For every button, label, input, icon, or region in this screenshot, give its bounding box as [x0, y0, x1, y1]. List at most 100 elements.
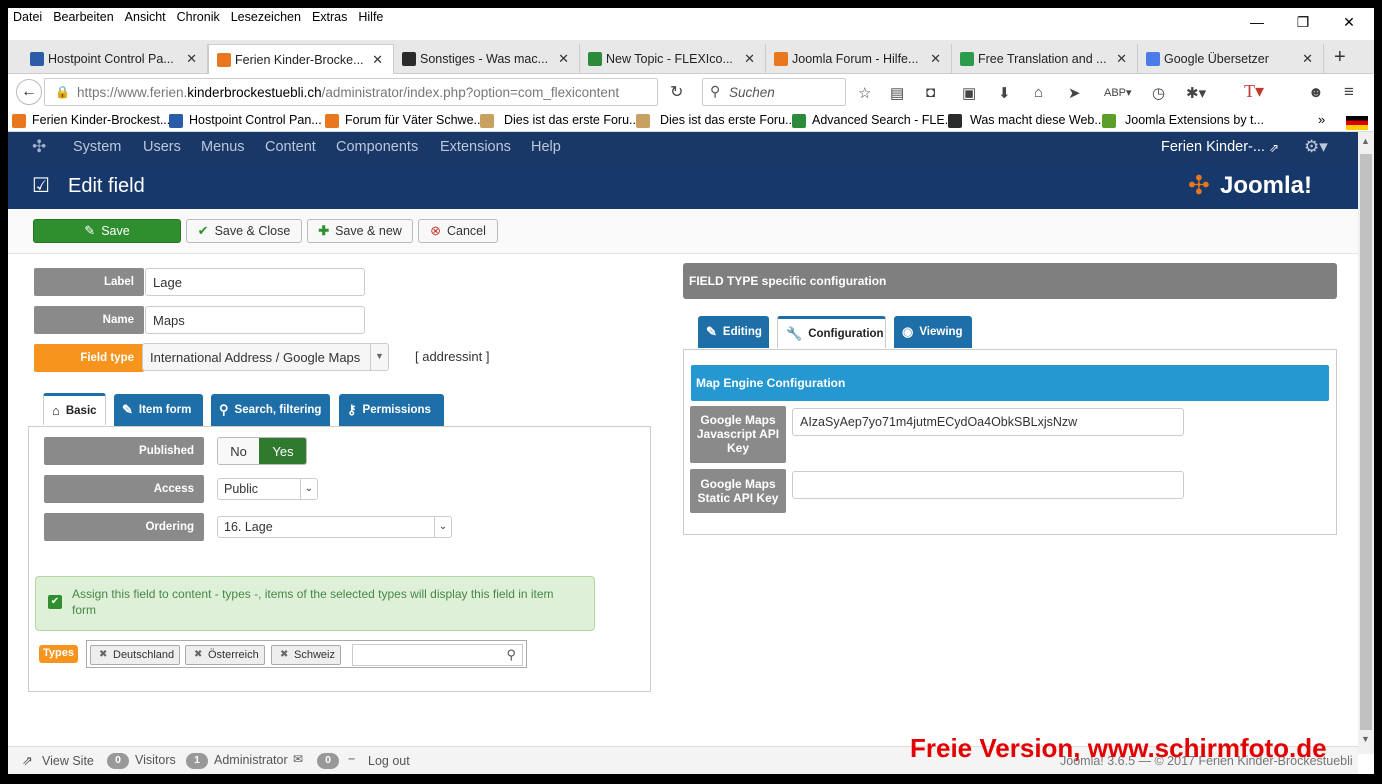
addon-icon[interactable]: ▣ — [962, 84, 976, 102]
hamburger-menu-icon[interactable]: ≡ — [1344, 82, 1354, 102]
history-icon[interactable]: ◷ — [1152, 84, 1165, 102]
menu-help[interactable]: Help — [531, 139, 561, 155]
bookmark-item[interactable]: Was macht diese Web... — [948, 113, 1105, 128]
type-chip-schweiz[interactable]: ✖ Schweiz — [271, 645, 341, 665]
watermark-text: Freie Version, www.schirmfoto.de — [910, 733, 1327, 763]
tab-basic[interactable]: ⌂ Basic — [43, 393, 106, 425]
german-flag-icon[interactable] — [1346, 116, 1368, 130]
field-type-select[interactable]: International Address / Google Maps ▼ — [142, 343, 389, 371]
scrollbar-thumb[interactable] — [1360, 154, 1372, 730]
bookmark-item[interactable]: Ferien Kinder-Brockest... — [12, 113, 170, 128]
logout-link[interactable]: Log out — [368, 754, 410, 768]
tab-search-filtering[interactable]: ⚲ Search, filtering — [211, 394, 330, 426]
reload-icon[interactable]: ↻ — [670, 82, 683, 102]
pocket-icon[interactable]: ◘ — [926, 84, 935, 101]
close-tab-icon[interactable]: ✕ — [1116, 51, 1127, 67]
menu-bearbeiten[interactable]: Bearbeiten — [48, 8, 119, 28]
view-site-link[interactable]: View Site — [42, 754, 94, 768]
bookmark-item[interactable]: Advanced Search - FLE... — [792, 113, 955, 128]
edit-icon: ✎ — [122, 402, 133, 417]
menu-chronik[interactable]: Chronik — [172, 8, 226, 28]
bookmark-star-icon[interactable]: ☆ — [858, 84, 871, 102]
published-yes-button[interactable]: Yes — [259, 438, 306, 464]
extension-icon[interactable]: ✱▾ — [1186, 84, 1206, 102]
menu-extensions[interactable]: Extensions — [440, 139, 511, 155]
close-tab-icon[interactable]: ✕ — [744, 51, 755, 67]
save-new-button[interactable]: ✚ Save & new — [307, 219, 413, 243]
visitors-label[interactable]: Visitors — [135, 753, 176, 767]
browser-tab[interactable]: Hostpoint Control Pa... ✕ — [22, 44, 208, 74]
access-select[interactable]: Public ⌄ — [217, 478, 318, 500]
tab-editing[interactable]: ✎ Editing — [698, 316, 769, 348]
maximize-button[interactable]: ❐ — [1280, 8, 1326, 36]
close-tab-icon[interactable]: ✕ — [558, 51, 569, 67]
label-input[interactable]: Lage — [145, 268, 365, 296]
menu-components[interactable]: Components — [336, 139, 418, 155]
tab-permissions[interactable]: ⚷ Permissions — [339, 394, 444, 426]
home-icon[interactable]: ⌂ — [1034, 84, 1043, 101]
translate-icon[interactable]: T▾ — [1244, 81, 1264, 102]
browser-tab[interactable]: Google Übersetzer ✕ — [1138, 44, 1324, 74]
tab-item-form[interactable]: ✎ Item form — [114, 394, 203, 426]
download-icon[interactable]: ⬇ — [998, 84, 1011, 102]
bookmark-item[interactable]: Dies ist das erste Foru... — [480, 113, 639, 128]
send-icon[interactable]: ➤ — [1068, 84, 1081, 102]
menu-hilfe[interactable]: Hilfe — [353, 8, 389, 28]
static-api-key-input[interactable] — [792, 471, 1184, 499]
menu-system[interactable]: System — [73, 139, 121, 155]
remove-icon[interactable]: ✖ — [280, 649, 288, 660]
close-tab-icon[interactable]: ✕ — [930, 51, 941, 67]
browser-tab[interactable]: New Topic - FLEXIco... ✕ — [580, 44, 766, 74]
url-bar[interactable]: 🔒 https://www.ferien.kinderbrockestuebli… — [44, 78, 658, 106]
menu-menus[interactable]: Menus — [201, 139, 245, 155]
browser-tab-active[interactable]: Ferien Kinder-Brocke... ✕ — [208, 44, 394, 75]
site-name-link[interactable]: Ferien Kinder-... — [1161, 139, 1265, 155]
published-no-button[interactable]: No — [218, 438, 259, 464]
menu-users[interactable]: Users — [143, 139, 181, 155]
browser-tab[interactable]: Sonstiges - Was mac... ✕ — [394, 44, 580, 74]
menu-extras[interactable]: Extras — [307, 8, 353, 28]
type-chip-deutschland[interactable]: ✖ Deutschland — [90, 645, 181, 665]
gear-icon[interactable]: ⚙▾ — [1304, 137, 1328, 157]
cancel-button[interactable]: ⊗ Cancel — [418, 219, 498, 243]
bookmark-item[interactable]: Hostpoint Control Pan... — [169, 113, 322, 128]
tab-configuration[interactable]: 🔧 Configuration — [777, 316, 886, 348]
remove-icon[interactable]: ✖ — [99, 649, 107, 660]
close-button[interactable]: ✕ — [1326, 8, 1372, 36]
bookmark-item[interactable]: Dies ist das erste Foru... — [636, 113, 795, 128]
tab-viewing[interactable]: ◉ Viewing — [894, 316, 972, 348]
remove-icon[interactable]: ✖ — [194, 649, 202, 660]
reading-list-icon[interactable]: ▤ — [890, 84, 904, 102]
scroll-down-icon[interactable]: ▼ — [1361, 734, 1370, 744]
type-chip-osterreich[interactable]: ✖ Österreich — [185, 645, 265, 665]
menu-content[interactable]: Content — [265, 139, 316, 155]
search-input[interactable]: ⚲ Suchen — [702, 78, 846, 106]
browser-tab[interactable]: Free Translation and ... ✕ — [952, 44, 1138, 74]
menu-datei[interactable]: Datei — [8, 8, 48, 28]
name-input[interactable]: Maps — [145, 306, 365, 334]
administrator-label[interactable]: Administrator — [214, 753, 288, 767]
joomla-logo-icon[interactable]: ✣ — [32, 137, 46, 157]
bookmarks-overflow-button[interactable]: » — [1318, 112, 1325, 127]
types-multiselect[interactable]: ✖ Deutschland ✖ Österreich ✖ Schweiz ⚲ — [86, 640, 527, 668]
close-tab-icon[interactable]: ✕ — [1302, 51, 1313, 67]
adblock-icon[interactable]: ABP▾ — [1104, 86, 1132, 99]
minimize-button[interactable]: — — [1234, 8, 1280, 36]
save-close-button[interactable]: ✔ Save & Close — [186, 219, 302, 243]
menu-ansicht[interactable]: Ansicht — [120, 8, 172, 28]
close-tab-icon[interactable]: ✕ — [372, 52, 383, 68]
emoji-icon[interactable]: ☻ — [1308, 84, 1324, 101]
ordering-select[interactable]: 16. Lage ⌄ — [217, 516, 452, 538]
bookmark-item[interactable]: Joomla Extensions by t... — [1102, 113, 1264, 128]
menu-lesezeichen[interactable]: Lesezeichen — [226, 8, 307, 28]
back-arrow-icon[interactable]: ← — [16, 79, 42, 105]
new-tab-button[interactable]: + — [1334, 46, 1346, 69]
scroll-up-icon[interactable]: ▲ — [1361, 136, 1370, 146]
browser-tab[interactable]: Joomla Forum - Hilfe... ✕ — [766, 44, 952, 74]
close-tab-icon[interactable]: ✕ — [186, 51, 197, 67]
types-search-input[interactable]: ⚲ — [352, 644, 523, 666]
js-api-key-input[interactable]: AIzaSyAep7yo71m4jutmECydOa4ObkSBLxjsNzw — [792, 408, 1184, 436]
bookmark-favicon-icon — [169, 114, 183, 128]
save-button[interactable]: ✎ Save — [33, 219, 181, 243]
bookmark-item[interactable]: Forum für Väter Schwe... — [325, 113, 484, 128]
